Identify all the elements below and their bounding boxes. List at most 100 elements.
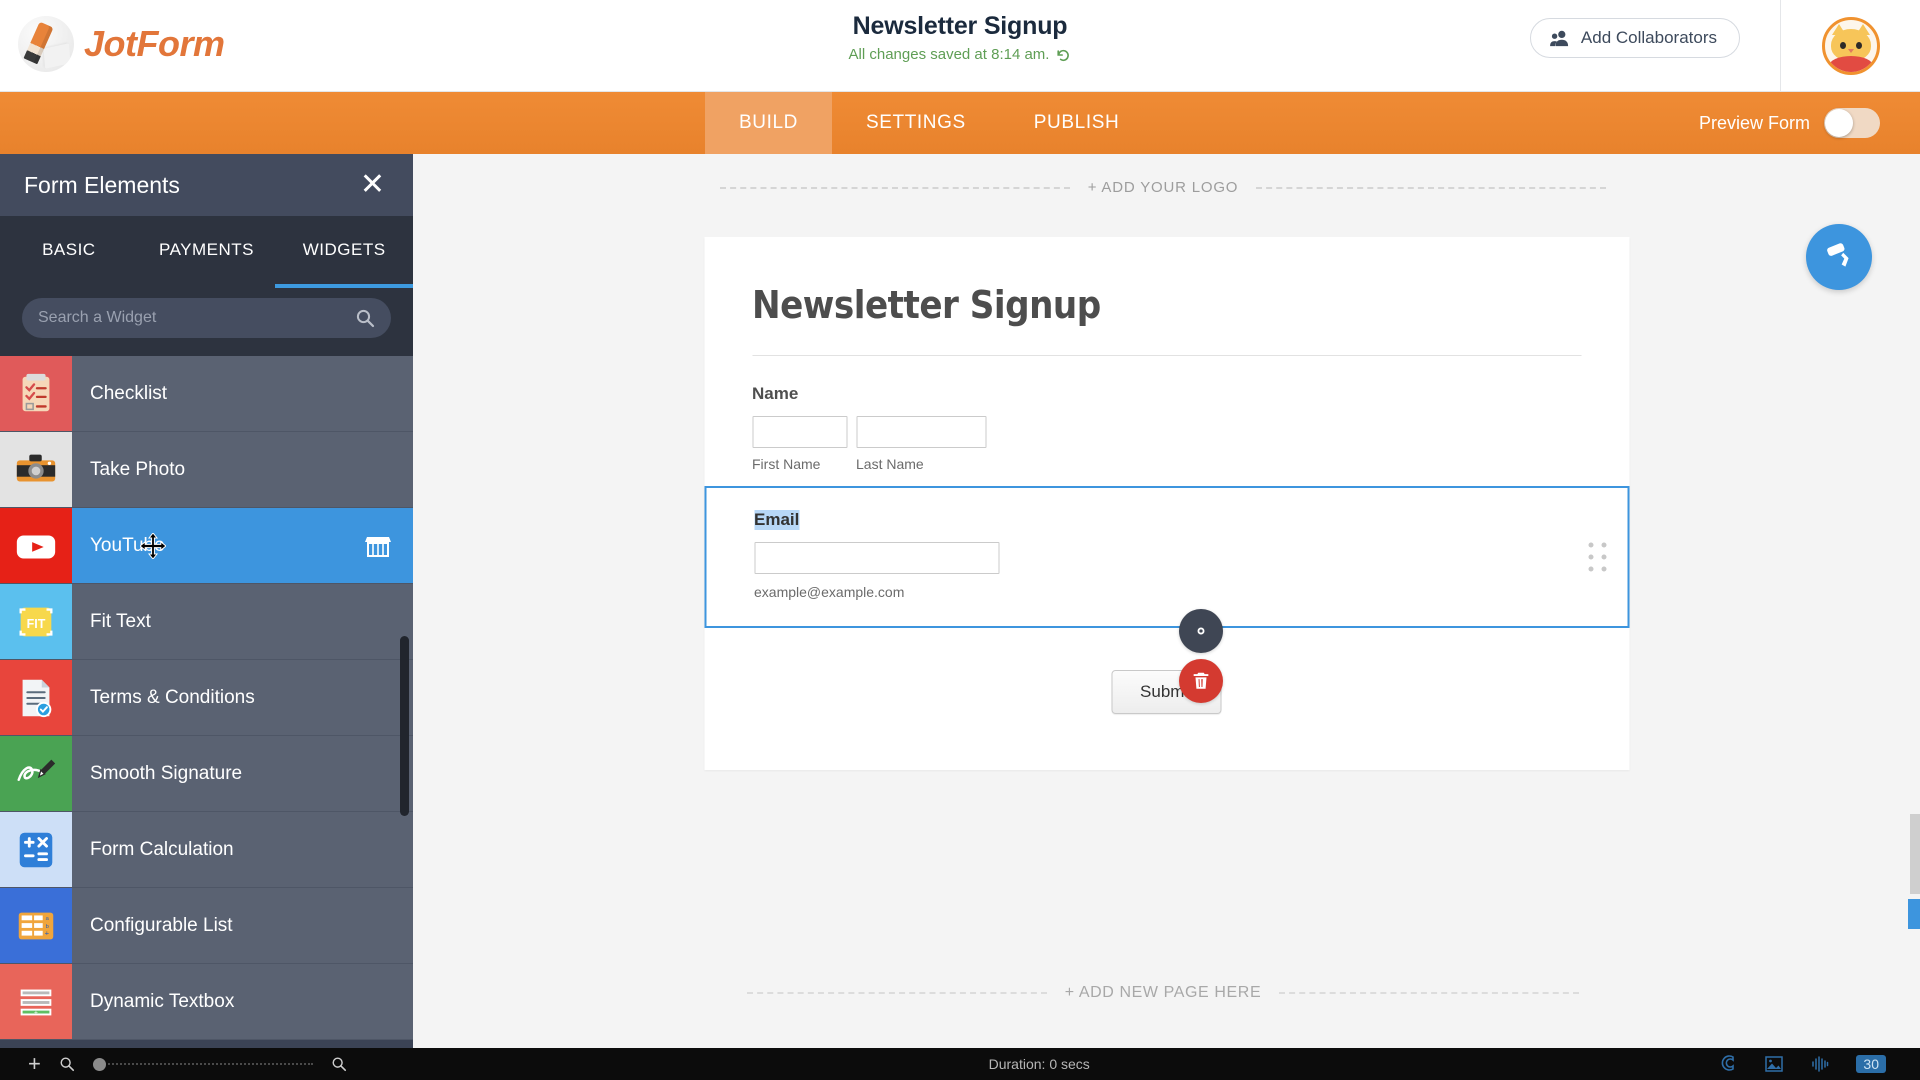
widget-item-label: Checklist bbox=[90, 382, 168, 404]
panel-header: Form Elements ✕ bbox=[0, 154, 413, 216]
status-bar-left: + bbox=[0, 1053, 360, 1075]
field-email-label: Email bbox=[754, 510, 800, 530]
image-icon[interactable] bbox=[1764, 1055, 1784, 1073]
email-input[interactable] bbox=[754, 542, 999, 574]
first-name-col: First Name bbox=[752, 416, 847, 472]
tab-payments-label: PAYMENTS bbox=[159, 240, 254, 259]
pencil-logo-icon bbox=[18, 16, 74, 72]
panel-scrollbar[interactable] bbox=[400, 636, 409, 816]
undo-arrow-icon[interactable] bbox=[1055, 47, 1071, 63]
field-email[interactable]: Email example@example.com bbox=[704, 486, 1629, 628]
tab-basic[interactable]: BASIC bbox=[0, 216, 138, 288]
dashed-line-right bbox=[1256, 186, 1607, 189]
add-logo-dropzone[interactable]: + ADD YOUR LOGO bbox=[413, 179, 1913, 196]
widget-item-fit-text[interactable]: FIT Fit Text bbox=[0, 584, 413, 660]
form-designer-button[interactable] bbox=[1806, 224, 1872, 290]
preview-form-label: Preview Form bbox=[1698, 112, 1810, 133]
email-hint: example@example.com bbox=[754, 584, 905, 600]
search-input[interactable] bbox=[38, 309, 355, 327]
audio-wave-icon[interactable] bbox=[1810, 1055, 1830, 1073]
form-elements-panel: Form Elements ✕ BASIC PAYMENTS WIDGETS S… bbox=[0, 154, 413, 1060]
widget-item-take-photo[interactable]: Take Photo bbox=[0, 432, 413, 508]
dashed-line-right-2 bbox=[1279, 992, 1580, 994]
jotform-form-builder: JotForm Newsletter Signup All changes sa… bbox=[0, 0, 1920, 1080]
list-grid-icon: a b + bbox=[0, 888, 72, 963]
panel-tabs: BASIC PAYMENTS WIDGETS bbox=[0, 216, 413, 288]
plus-icon[interactable]: + bbox=[28, 1053, 41, 1075]
widget-item-checklist[interactable]: Checklist bbox=[0, 356, 413, 432]
widget-item-configurable-list[interactable]: a b + Configurable List bbox=[0, 888, 413, 964]
document-check-icon bbox=[0, 660, 72, 735]
fit-text-icon: FIT bbox=[0, 584, 72, 659]
first-name-sublabel: First Name bbox=[752, 456, 821, 472]
widget-item-label: Smooth Signature bbox=[90, 762, 243, 784]
zoom-slider[interactable] bbox=[92, 1057, 313, 1071]
widget-item-dynamic-textbox[interactable]: + Dynamic Textbox bbox=[0, 964, 413, 1040]
last-name-input[interactable] bbox=[856, 416, 986, 448]
drag-dots-icon[interactable] bbox=[1588, 542, 1607, 572]
magnet-icon[interactable] bbox=[1718, 1055, 1738, 1073]
last-name-sublabel: Last Name bbox=[856, 456, 924, 472]
canvas-scrollbar[interactable] bbox=[1910, 814, 1920, 894]
gear-icon bbox=[1197, 627, 1205, 635]
checklist-icon bbox=[0, 356, 72, 431]
preview-form-toggle[interactable] bbox=[1824, 108, 1880, 138]
save-status-text: All changes saved at 8:14 am. bbox=[848, 46, 1050, 63]
widget-item-smooth-signature[interactable]: Smooth Signature bbox=[0, 736, 413, 812]
widget-item-label: Form Calculation bbox=[90, 838, 234, 860]
tab-publish-label: PUBLISH bbox=[1033, 112, 1120, 133]
widget-store-button[interactable] bbox=[365, 508, 413, 583]
status-bar: + Duration: 0 secs 30 bbox=[0, 1048, 1920, 1080]
save-status: All changes saved at 8:14 am. bbox=[849, 46, 1072, 63]
search-plus-icon[interactable] bbox=[331, 1056, 347, 1072]
add-logo-label: + ADD YOUR LOGO bbox=[1087, 179, 1239, 196]
dynamic-textbox-icon: + bbox=[0, 964, 72, 1039]
tab-payments[interactable]: PAYMENTS bbox=[138, 216, 276, 288]
side-tab-handle[interactable] bbox=[1908, 899, 1920, 929]
svg-text:FIT: FIT bbox=[27, 616, 46, 630]
first-name-input[interactable] bbox=[752, 416, 847, 448]
jotform-logo[interactable]: JotForm bbox=[18, 16, 225, 72]
preview-form-control: Preview Form bbox=[1699, 92, 1880, 154]
tab-widgets[interactable]: WIDGETS bbox=[275, 216, 413, 288]
tab-settings[interactable]: SETTINGS bbox=[832, 92, 1000, 154]
svg-text:+: + bbox=[34, 1009, 38, 1016]
tab-build[interactable]: BUILD bbox=[705, 92, 832, 154]
user-avatar-cell bbox=[1780, 0, 1920, 91]
widget-item-label: Take Photo bbox=[90, 458, 186, 480]
tab-build-label: BUILD bbox=[739, 112, 798, 133]
form-heading[interactable]: Newsletter Signup bbox=[752, 283, 1581, 327]
dashed-line-left-2 bbox=[746, 992, 1047, 994]
add-new-page-label: + ADD NEW PAGE HERE bbox=[1064, 984, 1262, 1001]
youtube-icon bbox=[0, 508, 72, 583]
widget-item-form-calculation[interactable]: Form Calculation bbox=[0, 812, 413, 888]
tab-widgets-label: WIDGETS bbox=[302, 240, 386, 259]
widget-item-terms-conditions[interactable]: Terms & Conditions bbox=[0, 660, 413, 736]
search-minus-icon[interactable] bbox=[59, 1056, 75, 1072]
email-input-row bbox=[754, 542, 1579, 574]
top-header: JotForm Newsletter Signup All changes sa… bbox=[0, 0, 1920, 92]
widget-store-icon[interactable] bbox=[365, 534, 391, 558]
field-name[interactable]: Name First Name Last Name bbox=[752, 356, 1581, 472]
fps-badge[interactable]: 30 bbox=[1856, 1055, 1886, 1073]
add-new-page-dropzone[interactable]: + ADD NEW PAGE HERE bbox=[413, 984, 1913, 1002]
people-icon bbox=[1550, 30, 1569, 47]
signature-pen-icon bbox=[0, 736, 72, 811]
field-settings-button[interactable] bbox=[1179, 609, 1223, 653]
widget-list[interactable]: Checklist Take Photo YouTube FIT Fit Text Te… bbox=[0, 356, 413, 1060]
tab-settings-label: SETTINGS bbox=[865, 112, 966, 133]
avatar[interactable] bbox=[1821, 16, 1880, 75]
add-collaborators-button[interactable]: Add Collaborators bbox=[1529, 18, 1740, 58]
close-icon[interactable]: ✕ bbox=[360, 170, 385, 200]
widget-item-label: Configurable List bbox=[90, 914, 233, 936]
field-delete-button[interactable] bbox=[1179, 659, 1223, 703]
search-box[interactable] bbox=[22, 298, 391, 338]
field-name-label: Name bbox=[752, 384, 799, 403]
tab-publish[interactable]: PUBLISH bbox=[1000, 92, 1154, 154]
search-icon[interactable] bbox=[355, 308, 375, 328]
widget-item-label: Terms & Conditions bbox=[90, 686, 255, 708]
widget-search-wrap bbox=[0, 288, 413, 356]
widget-item-youtube[interactable]: YouTube bbox=[0, 508, 413, 584]
form-canvas: + ADD YOUR LOGO Newsletter Signup Name F… bbox=[413, 154, 1920, 1060]
main-navbar: BUILD SETTINGS PUBLISH Preview Form bbox=[0, 92, 1920, 154]
